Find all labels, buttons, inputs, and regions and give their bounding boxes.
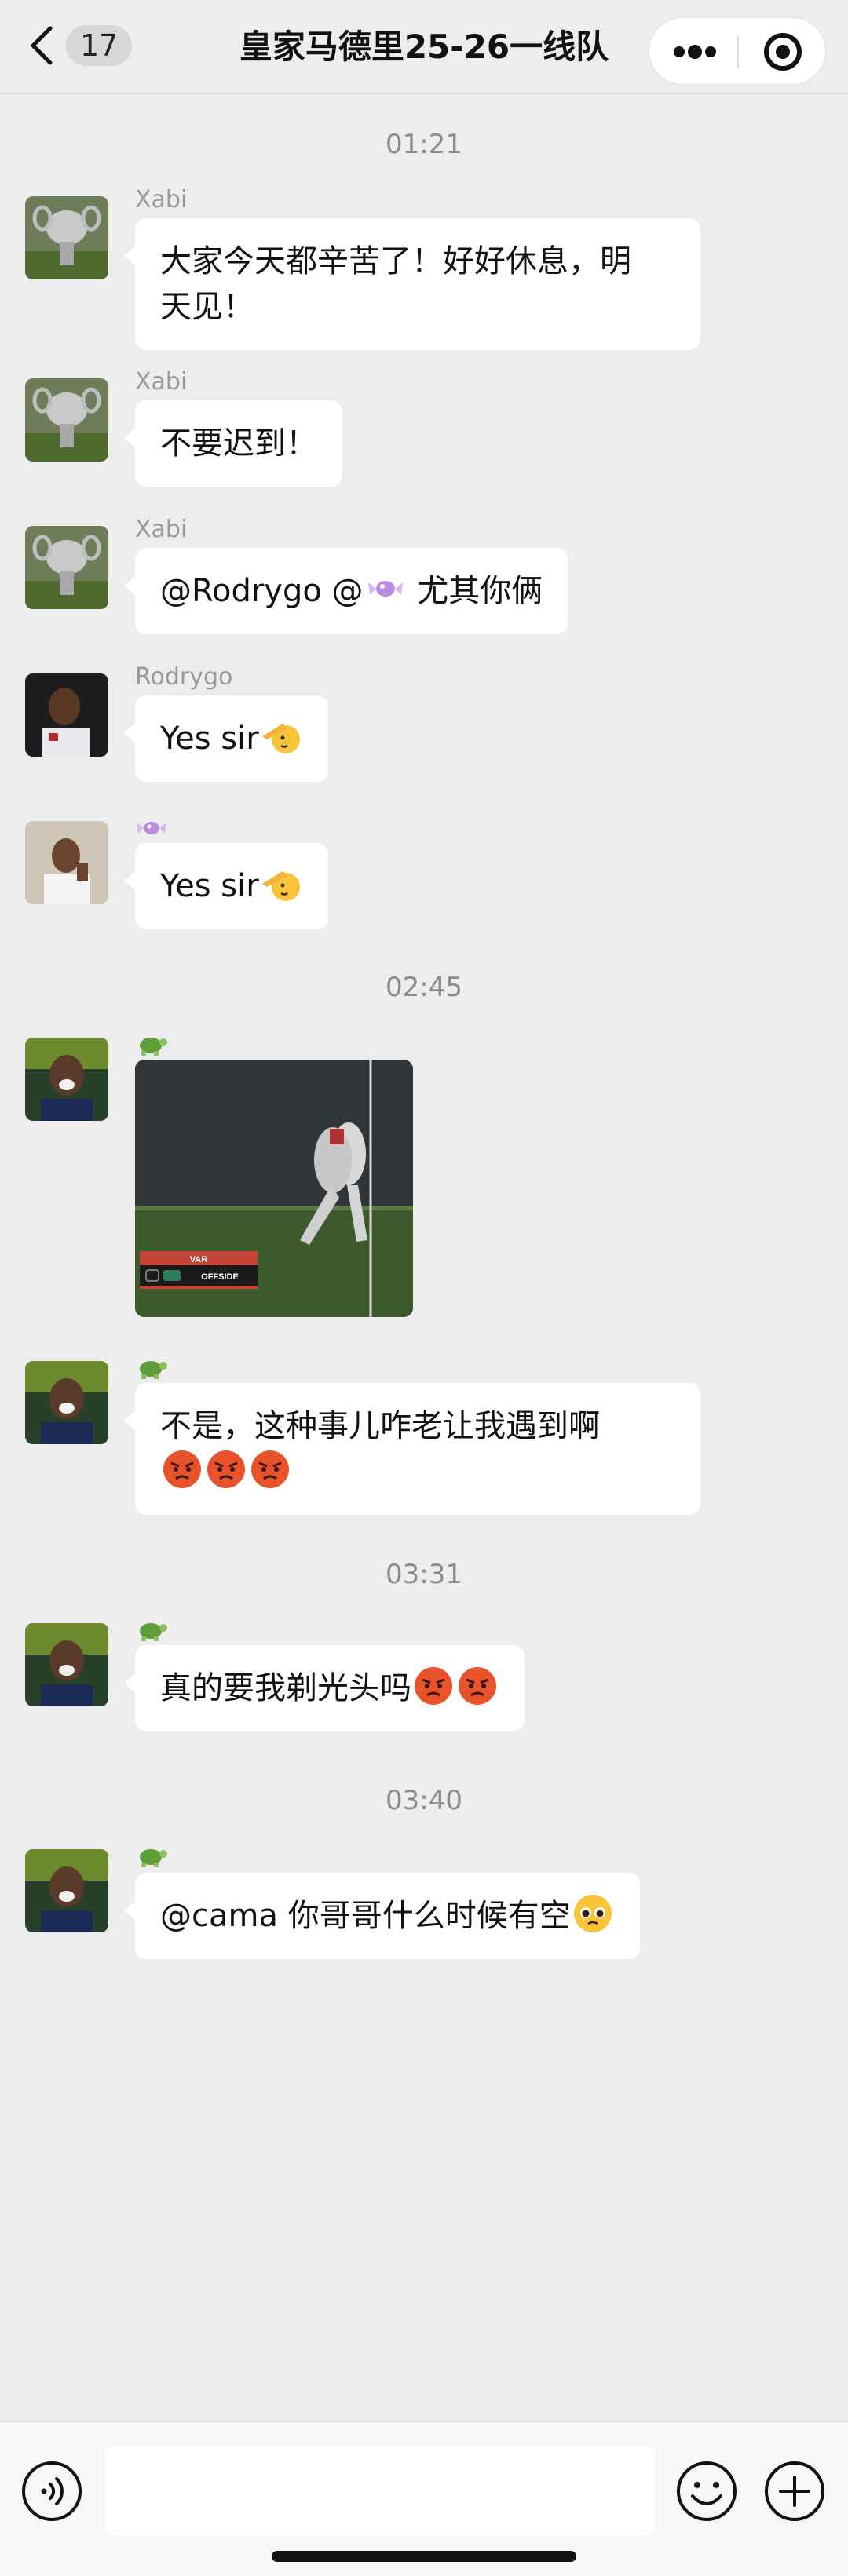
message-text: Yes sir bbox=[160, 721, 259, 757]
trophy-avatar-icon bbox=[25, 378, 108, 462]
offside-label: OFFSIDE bbox=[201, 1272, 239, 1282]
player-avatar-icon bbox=[25, 1623, 108, 1706]
group-title: 皇家马德里25-26一线队 bbox=[239, 27, 609, 66]
timestamp: 03:40 bbox=[386, 1785, 462, 1816]
message-input[interactable] bbox=[105, 2446, 655, 2535]
smiley-icon bbox=[677, 2461, 737, 2521]
unread-count-badge[interactable]: 17 bbox=[66, 25, 133, 66]
timestamp: 02:45 bbox=[386, 972, 462, 1003]
sender-name: Rodrygo bbox=[135, 663, 233, 691]
candy-icon bbox=[367, 581, 403, 597]
player-avatar-icon bbox=[25, 1038, 108, 1121]
player-avatar-icon bbox=[25, 821, 108, 904]
message-text: 不是，这种事儿咋老让我遇到啊 bbox=[160, 1408, 600, 1444]
turtle-icon bbox=[140, 1849, 167, 1867]
message-bubble[interactable]: @cama 你哥哥什么时候有空 bbox=[124, 1873, 640, 1959]
home-indicator[interactable] bbox=[272, 2551, 576, 2562]
avatar-xabi[interactable] bbox=[25, 196, 108, 279]
message-text: 天见！ bbox=[160, 289, 254, 325]
player-avatar-icon bbox=[25, 1849, 108, 1932]
voice-button[interactable] bbox=[20, 2460, 83, 2523]
mini-program-close-icon bbox=[764, 33, 802, 71]
message-text: Yes sir bbox=[160, 868, 259, 904]
message-bubble[interactable]: 大家今天都辛苦了！好好休息，明 天见！ bbox=[124, 218, 700, 350]
message-text: 真的要我剃光头吗 bbox=[160, 1670, 411, 1706]
avatar-xabi[interactable] bbox=[25, 526, 108, 609]
avatar-vinicius[interactable] bbox=[25, 821, 108, 904]
pleading-face-icon bbox=[573, 1895, 612, 1932]
message-text: 不要迟到！ bbox=[160, 425, 317, 462]
angry-face-icon bbox=[163, 1450, 201, 1488]
angry-face-icon bbox=[251, 1450, 289, 1488]
turtle-icon bbox=[140, 1623, 167, 1641]
timestamp: 01:21 bbox=[386, 129, 462, 160]
chevron-left-icon bbox=[31, 26, 53, 65]
message-text: 尤其你俩 bbox=[407, 573, 543, 609]
more-dots-icon bbox=[674, 45, 716, 59]
var-offside-image: VAR OFFSIDE bbox=[135, 1060, 413, 1317]
angry-face-icon bbox=[415, 1667, 452, 1705]
avatar-rodrygo[interactable] bbox=[25, 673, 108, 757]
chat-header: 17 皇家马德里25-26一线队 bbox=[0, 0, 848, 94]
sticker-button[interactable] bbox=[674, 2458, 740, 2524]
avatar-mbappe[interactable] bbox=[25, 1623, 108, 1706]
message-bubble[interactable]: 不要迟到！ bbox=[124, 400, 342, 487]
close-button[interactable] bbox=[739, 18, 827, 86]
angry-face-icon bbox=[459, 1667, 496, 1705]
avatar-xabi[interactable] bbox=[25, 378, 108, 462]
turtle-icon bbox=[140, 1038, 167, 1056]
back-button[interactable] bbox=[24, 22, 63, 69]
more-button[interactable] bbox=[649, 18, 737, 86]
message-bubble[interactable]: 不是，这种事儿咋老让我遇到啊 bbox=[124, 1383, 700, 1515]
message-text: 大家今天都辛苦了！好好休息，明 bbox=[160, 243, 631, 279]
avatar-mbappe[interactable] bbox=[25, 1361, 108, 1444]
timestamp: 03:31 bbox=[386, 1559, 462, 1590]
message-text: @cama 你哥哥什么时候有空 bbox=[160, 1898, 571, 1934]
angry-emoji-row bbox=[160, 1449, 675, 1494]
message-bubble[interactable]: 真的要我剃光头吗 bbox=[124, 1645, 525, 1731]
message-bubble[interactable]: Yes sir bbox=[124, 695, 328, 782]
player-avatar-icon bbox=[25, 1361, 108, 1444]
mini-program-capsule bbox=[649, 17, 826, 85]
sender-name: Xabi bbox=[135, 516, 188, 543]
plus-icon bbox=[765, 2461, 824, 2521]
sender-name: Xabi bbox=[135, 186, 188, 213]
trophy-avatar-icon bbox=[25, 196, 108, 279]
message-bubble[interactable]: Yes sir bbox=[124, 843, 328, 929]
avatar-mbappe[interactable] bbox=[25, 1038, 108, 1121]
sender-name: Xabi bbox=[135, 368, 188, 396]
trophy-avatar-icon bbox=[25, 526, 108, 609]
angry-face-icon bbox=[207, 1450, 245, 1488]
turtle-icon bbox=[140, 1361, 167, 1379]
more-functions-button[interactable] bbox=[762, 2458, 828, 2524]
avatar-mbappe[interactable] bbox=[25, 1849, 108, 1932]
salute-icon bbox=[261, 871, 300, 901]
player-avatar-icon bbox=[25, 673, 108, 757]
salute-icon bbox=[261, 724, 300, 753]
candy-icon bbox=[137, 822, 166, 834]
voice-icon bbox=[22, 2461, 82, 2521]
message-bubble[interactable]: @Rodrygo @ 尤其你俩 bbox=[123, 548, 568, 634]
var-label: VAR bbox=[190, 1255, 207, 1264]
image-message[interactable]: VAR OFFSIDE bbox=[135, 1060, 413, 1317]
mention-text[interactable]: @Rodrygo @ bbox=[160, 573, 364, 609]
